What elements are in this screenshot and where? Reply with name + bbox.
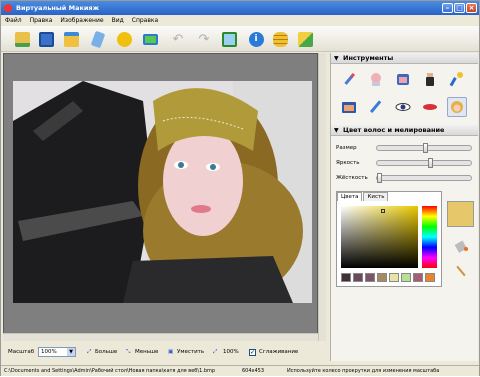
hardness-slider[interactable] — [376, 173, 472, 183]
zoom-in-button[interactable]: Больше — [95, 349, 117, 355]
zoom-value: 100% — [41, 349, 57, 355]
color-swatch[interactable] — [401, 273, 411, 282]
menu-edit[interactable]: Правка — [30, 15, 53, 26]
collapse-icon[interactable]: ▼ — [334, 125, 339, 136]
menu-bar: Файл Правка Изображение Вид Справка — [1, 15, 479, 26]
zoom-out-icon[interactable]: ⤡ — [126, 349, 130, 356]
hair-icon[interactable] — [447, 97, 467, 117]
brightness-slider-thumb[interactable] — [427, 158, 433, 168]
color-swatch[interactable] — [413, 273, 423, 282]
current-color-swatch[interactable] — [447, 201, 474, 227]
photo — [13, 81, 312, 303]
size-slider[interactable] — [376, 143, 472, 153]
brush-spray-icon[interactable] — [447, 69, 467, 89]
bottle-icon[interactable] — [420, 69, 440, 89]
powder-icon[interactable] — [393, 69, 413, 89]
tools-header: ▼ Инструменты — [331, 53, 478, 64]
heart-icon — [2, 2, 14, 14]
cube-icon[interactable] — [295, 29, 315, 49]
hue-slider[interactable] — [422, 206, 437, 268]
color-swatch[interactable] — [389, 273, 399, 282]
smoothing-label: Сглаживание — [259, 349, 299, 355]
export-icon[interactable] — [219, 29, 239, 49]
fill-bucket-icon[interactable] — [451, 235, 471, 255]
app-window: Виртуальный Макияж – □ × Файл Правка Изо… — [0, 0, 480, 376]
menu-file[interactable]: Файл — [5, 15, 22, 26]
hardness-label: Жёсткость — [336, 175, 368, 181]
menu-help[interactable]: Справка — [132, 15, 158, 26]
zoom-in-icon[interactable]: ⤢ — [87, 349, 91, 356]
coins-icon[interactable] — [270, 29, 290, 49]
eyeshadow-icon[interactable] — [339, 97, 359, 117]
chevron-down-icon[interactable]: ▼ — [67, 348, 75, 356]
menu-view[interactable]: Вид — [112, 15, 124, 26]
collapse-icon[interactable]: ▼ — [334, 53, 339, 64]
redo-icon[interactable]: ↷ — [194, 29, 214, 49]
image-canvas[interactable] — [3, 53, 318, 341]
folder-icon[interactable] — [61, 29, 81, 49]
color-swatch[interactable] — [365, 273, 375, 282]
brightness-label: Яркость — [336, 160, 360, 166]
lips-icon[interactable] — [420, 97, 440, 117]
lipstick-icon[interactable] — [339, 69, 359, 89]
tab-brush[interactable]: Кисть — [363, 192, 389, 201]
title-bar: Виртуальный Макияж – □ × — [1, 1, 479, 15]
saturation-picker[interactable] — [341, 206, 418, 268]
pencil-icon[interactable] — [366, 97, 386, 117]
picker-cursor[interactable] — [381, 209, 385, 213]
hardness-slider-thumb[interactable] — [377, 173, 382, 183]
status-hint: Используйте колесо прокрутки для изменен… — [287, 368, 440, 374]
horizontal-scrollbar[interactable] — [3, 333, 318, 341]
file-path: C:\Documents and Settings\Admin\Рабочий … — [4, 368, 216, 374]
window-title: Виртуальный Макияж — [16, 4, 100, 12]
undo-icon[interactable]: ↶ — [168, 29, 188, 49]
tab-colors[interactable]: Цвета — [337, 192, 363, 201]
zoom-out-button[interactable]: Меньше — [135, 349, 158, 355]
eye-icon[interactable] — [393, 97, 413, 117]
brush-icon[interactable] — [88, 29, 108, 49]
fit-icon[interactable]: ▣ — [168, 349, 173, 355]
smiley-icon[interactable] — [114, 29, 134, 49]
zoom-label: Масштаб — [8, 349, 35, 355]
size-slider-thumb[interactable] — [423, 143, 429, 153]
color-swatch[interactable] — [341, 273, 351, 282]
section-title: Цвет волос и мелирование — [343, 126, 445, 134]
status-bar: C:\Documents and Settings\Admin\Рабочий … — [1, 365, 479, 376]
image-size: 604x453 — [242, 368, 265, 374]
tools-title: Инструменты — [343, 54, 394, 62]
smoothing-checkbox[interactable]: ✓ — [249, 348, 256, 356]
monitor-icon[interactable] — [140, 29, 160, 49]
minimize-button[interactable]: – — [442, 3, 453, 13]
open-icon[interactable] — [12, 29, 32, 49]
color-swatch[interactable] — [425, 273, 435, 282]
color-picker-box: Цвета Кисть — [336, 191, 442, 287]
vertical-scrollbar[interactable] — [318, 53, 326, 341]
actual-size-icon[interactable]: ⤢ — [213, 349, 217, 356]
swatch-row — [341, 273, 435, 282]
zoom-bar: Масштаб 100% ▼ ⤢ Больше ⤡ Меньше ▣ Умест… — [3, 345, 326, 359]
toolbar: ↶ ↷ i — [1, 26, 479, 52]
tools-panel: ▼ Инструменты ▼ Цвет волос и мелирование… — [330, 53, 478, 361]
actual-size-button[interactable]: 100% — [223, 349, 239, 355]
menu-image[interactable]: Изображение — [60, 15, 103, 26]
color-swatch[interactable] — [377, 273, 387, 282]
eyedropper-icon[interactable] — [451, 261, 471, 281]
color-swatch[interactable] — [353, 273, 363, 282]
maximize-button[interactable]: □ — [454, 3, 465, 13]
zoom-select[interactable]: 100% ▼ — [38, 347, 76, 357]
info-icon[interactable]: i — [246, 29, 266, 49]
section-header: ▼ Цвет волос и мелирование — [331, 125, 478, 136]
face-mask-icon[interactable] — [366, 69, 386, 89]
close-button[interactable]: × — [466, 3, 477, 13]
brightness-slider[interactable] — [376, 158, 472, 168]
size-label: Размер — [336, 145, 357, 151]
fit-button[interactable]: Уместить — [177, 349, 204, 355]
save-icon[interactable] — [36, 29, 56, 49]
